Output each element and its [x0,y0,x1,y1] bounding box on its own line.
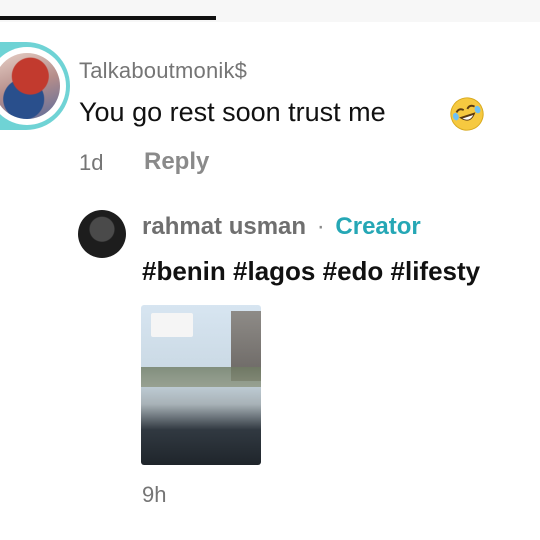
reply-video-thumbnail[interactable] [141,305,261,465]
video-progress-track [0,0,540,22]
video-progress-fill [0,16,216,20]
creator-username[interactable]: rahmat usman [142,213,306,240]
commenter-avatar-story-ring[interactable] [0,42,70,130]
thumbnail-sign [151,313,193,337]
separator-dot: · [316,213,325,240]
comment-timestamp: 1d [79,150,104,175]
rolling-on-floor-laughing-icon [450,97,484,131]
commenter-username[interactable]: Talkaboutmonik$ [79,58,247,84]
creator-badge: Creator [335,213,421,240]
commenter-avatar-image [0,53,60,119]
reply-timestamp: 9h [142,482,167,507]
reply-hashtags-text[interactable]: #benin #lagos #edo #lifesty [142,256,540,287]
creator-avatar[interactable] [78,210,126,258]
reply-button[interactable]: Reply [144,148,209,176]
commenter-avatar[interactable] [0,47,66,125]
thumbnail-trees [141,367,261,387]
comment-text: You go rest soon trust me [79,97,386,127]
reply-header: rahmat usman · Creator [142,213,421,241]
